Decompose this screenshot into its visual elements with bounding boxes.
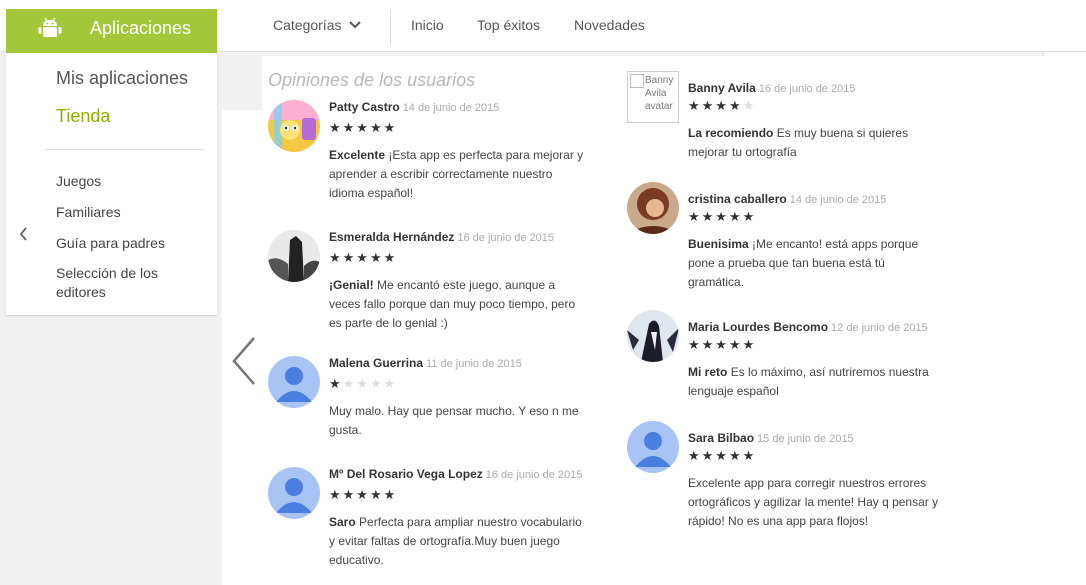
star-rating: ★★★★★ (329, 250, 398, 265)
review-body: Perfecta para ampliar nuestro vocabulari… (329, 515, 582, 567)
review-text: La recomiendo Es muy buena si quieres me… (688, 124, 943, 162)
avatar[interactable] (627, 421, 679, 473)
default-user-icon (276, 478, 312, 513)
review-text: Muy malo. Hay que pensar mucho. Y eso n … (329, 402, 584, 440)
nav-new-releases-link[interactable]: Novedades (574, 17, 645, 33)
review-headline: Saro (329, 515, 356, 529)
sidebar-item-parents-guide[interactable]: Guía para padres (56, 234, 196, 253)
avatar[interactable] (627, 310, 679, 362)
star-rating: ★★★★★ (688, 209, 757, 224)
store-link[interactable]: Tienda (56, 106, 110, 127)
review-headline: Excelente (329, 148, 386, 162)
avatar-alt-text: Banny Avila avatar (645, 75, 674, 112)
star-rating: ★★★★★ (329, 487, 398, 502)
review-headline: Mi reto (688, 365, 728, 379)
review-headline: La recomiendo (688, 126, 774, 140)
top-bar: Aplicaciones Categorías Inicio Top éxito… (0, 0, 1086, 53)
apps-brand-button[interactable]: Aplicaciones (6, 9, 217, 53)
nav-home-link[interactable]: Inicio (411, 17, 444, 33)
review-date: 16 de junio de 2015 (758, 83, 856, 95)
star-rating: ★★★★★ (329, 120, 398, 135)
star-rating: ★★★★★ (688, 448, 757, 463)
star-rating: ★★★★★ (688, 337, 757, 352)
default-user-icon (276, 367, 312, 402)
review-text: Saro Perfecta para ampliar nuestro vocab… (329, 513, 584, 570)
reviewer-name[interactable]: Esmeralda Hernández (329, 230, 454, 244)
review-text: Buenisima ¡Me encanto! está apps porque … (688, 235, 943, 292)
review-date: 16 de junio de 2015 (485, 469, 583, 481)
star-rating: ★★★★★ (329, 376, 398, 391)
review-text: Excelente ¡Esta app es perfecta para mej… (329, 146, 584, 203)
side-menu: Mis aplicaciones Tienda Juegos Familiare… (6, 53, 217, 315)
reviewer-name[interactable]: Patty Castro (329, 100, 400, 114)
my-apps-link[interactable]: Mis aplicaciones (56, 68, 188, 89)
review-text: ¡Genial! Me encantó este juego, aunque a… (329, 276, 584, 333)
android-icon (38, 17, 62, 37)
avatar[interactable] (268, 230, 320, 282)
reviewer-name[interactable]: cristina caballero (688, 192, 787, 206)
reviewer-name[interactable]: Maria Lourdes Bencomo (688, 320, 828, 334)
chevron-down-icon (349, 21, 362, 29)
previous-page-chevron-icon[interactable] (230, 336, 258, 386)
sidebar-item-games[interactable]: Juegos (56, 172, 196, 191)
categories-label: Categorías (273, 17, 342, 33)
side-menu-divider (46, 149, 204, 150)
review-date: 15 de junio de 2015 (757, 433, 854, 445)
sidebar-item-family[interactable]: Familiares (56, 203, 196, 222)
sidebar-item-editors-choice[interactable]: Selección de los editores (56, 264, 196, 302)
star-rating: ★★★★★ (688, 98, 757, 113)
broken-image-icon (630, 74, 644, 88)
default-user-icon (635, 432, 671, 467)
reviewer-name[interactable]: Mº Del Rosario Vega Lopez (329, 467, 483, 481)
avatar[interactable] (627, 182, 679, 234)
review-headline: ¡Genial! (329, 278, 374, 292)
review-date: 16 de junio de 2015 (457, 232, 555, 244)
review-headline: Buenisima (688, 237, 749, 251)
categories-dropdown[interactable]: Categorías (273, 17, 362, 33)
review-date: 12 de junio de 2015 (831, 322, 928, 334)
nav-divider (390, 10, 391, 44)
nav-top-charts-link[interactable]: Top éxitos (477, 17, 540, 33)
reviewer-name[interactable]: Malena Guerrina (329, 356, 423, 370)
avatar[interactable]: Banny Avila avatar (627, 71, 679, 123)
reviewer-name[interactable]: Banny Avila (688, 81, 756, 95)
collapse-menu-chevron-icon[interactable] (18, 226, 28, 242)
review-text: Excelente app para corregir nuestros err… (688, 474, 943, 531)
apps-brand-label: Aplicaciones (90, 18, 192, 38)
avatar[interactable] (268, 356, 320, 408)
avatar[interactable] (268, 100, 320, 152)
review-body: Excelente app para corregir nuestros err… (688, 476, 939, 528)
review-date: 11 de junio de 2015 (426, 358, 522, 370)
review-date: 14 de junio de 2015 (789, 194, 887, 206)
reviews-section-title: Opiniones de los usuarios (268, 70, 476, 90)
avatar[interactable] (268, 467, 320, 519)
review-text: Mi reto Es lo máximo, así nutriremos nue… (688, 363, 943, 401)
review-date: 14 de junio de 2015 (402, 102, 500, 114)
reviewer-name[interactable]: Sara Bilbao (688, 431, 754, 445)
review-body: Muy malo. Hay que pensar mucho. Y eso n … (329, 404, 579, 437)
